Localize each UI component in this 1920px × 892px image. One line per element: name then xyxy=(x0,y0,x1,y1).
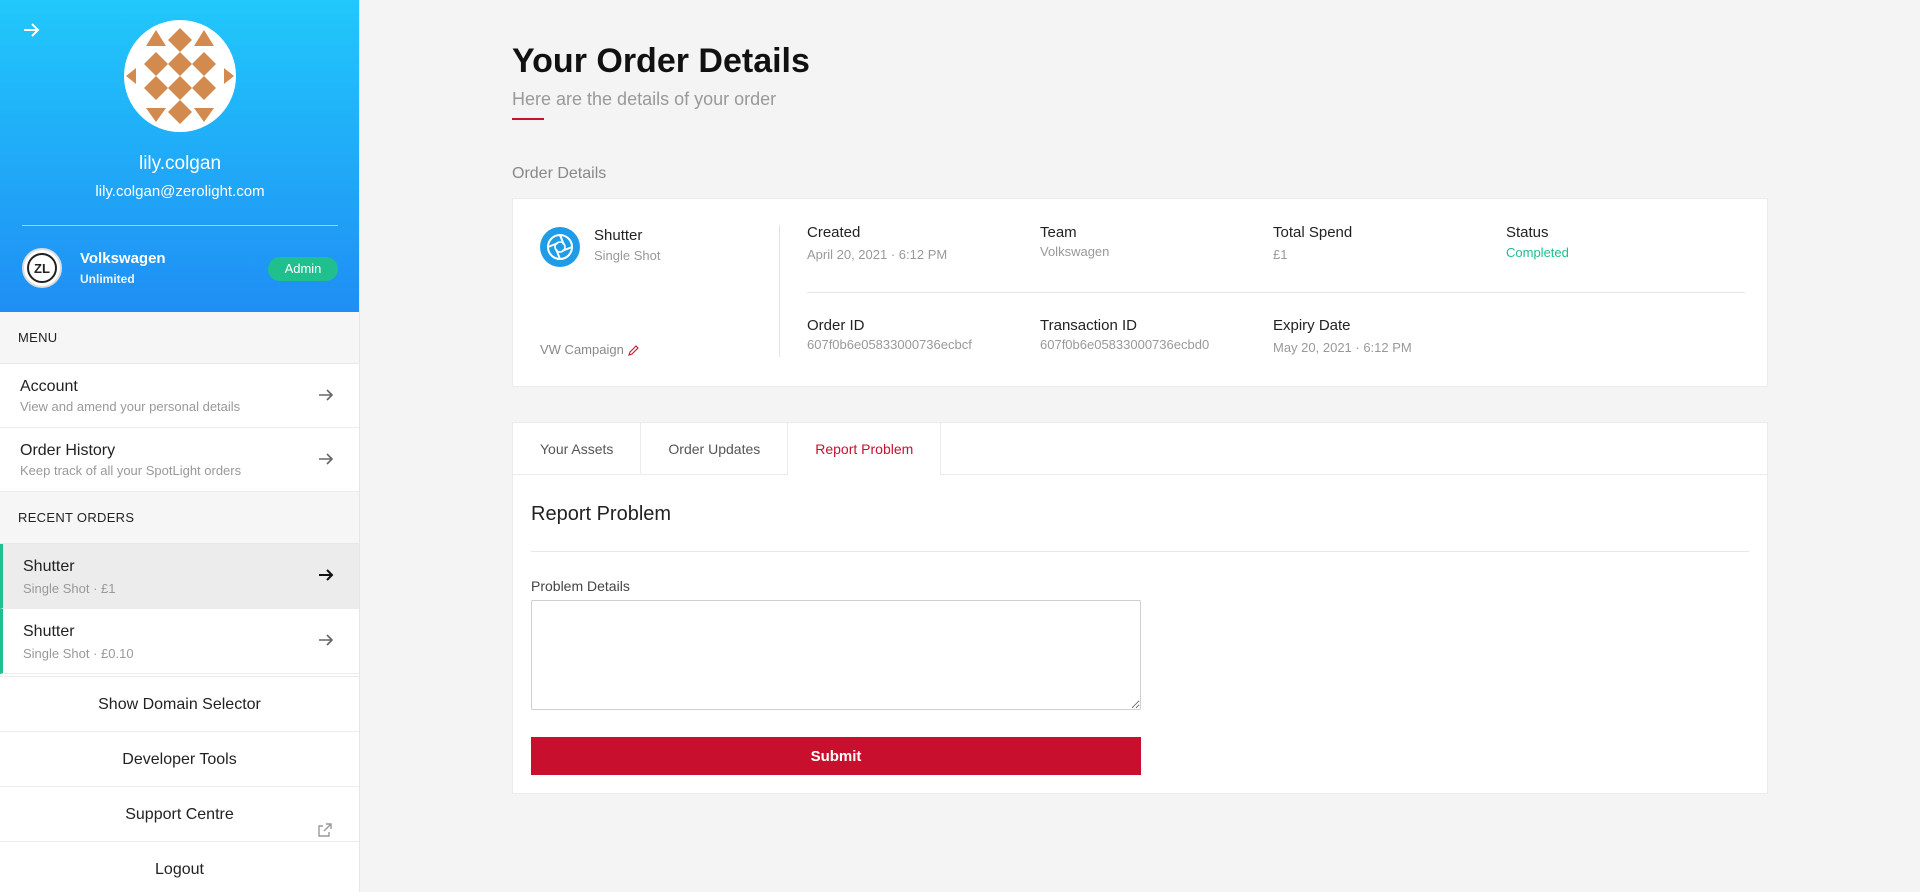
campaign-edit[interactable]: VW Campaign xyxy=(540,342,640,357)
order-details-card: Shutter Single Shot VW Campaign Created … xyxy=(512,198,1768,387)
user-email: lily.colgan@zerolight.com xyxy=(95,183,265,200)
menu-section-label: MENU xyxy=(0,312,359,364)
support-centre-link[interactable]: Support Centre xyxy=(0,786,359,841)
team-name: Volkswagen xyxy=(80,250,166,267)
menu-item-subtitle: Keep track of all your SpotLight orders xyxy=(20,463,242,478)
order-details-heading: Order Details xyxy=(512,165,607,182)
card-divider xyxy=(779,225,780,357)
developer-tools-link[interactable]: Developer Tools xyxy=(0,731,359,786)
field-label: Status xyxy=(1506,224,1549,241)
logout-button[interactable]: Logout xyxy=(0,841,359,892)
tab-your-assets[interactable]: Your Assets xyxy=(513,423,642,475)
field-value: 607f0b6e05833000736ecbd0 xyxy=(1040,337,1210,352)
recent-order-title: Shutter xyxy=(23,623,75,640)
team-logo: ZL xyxy=(22,248,62,288)
status-value: Completed xyxy=(1506,245,1569,260)
recent-orders-label: RECENT ORDERS xyxy=(0,492,359,544)
field-value: £1 xyxy=(1273,247,1288,262)
menu-item-account[interactable]: Account View and amend your personal det… xyxy=(0,364,359,428)
arrow-right-icon xyxy=(317,631,335,649)
product-name: Shutter xyxy=(594,227,643,244)
role-badge: Admin xyxy=(268,257,338,281)
recent-order-title: Shutter xyxy=(23,558,75,575)
sidebar: lily.colgan lily.colgan@zerolight.com ZL… xyxy=(0,0,360,892)
order-id-field: Order ID 607f0b6e05833000736ecbcf xyxy=(807,317,972,352)
team-logo-text: ZL xyxy=(27,253,57,283)
field-label: Order ID xyxy=(807,317,865,334)
field-label: Created xyxy=(807,224,861,241)
pencil-icon[interactable] xyxy=(627,344,640,356)
username: lily.colgan xyxy=(138,153,222,174)
field-value: April 20, 2021 · 6:12 PM xyxy=(807,247,948,262)
recent-order-subtitle: Single Shot · £1 xyxy=(23,581,116,596)
show-domain-selector-button[interactable]: Show Domain Selector xyxy=(0,676,359,731)
status-field: Status Completed xyxy=(1506,224,1569,260)
collapse-arrow-icon[interactable] xyxy=(20,18,44,42)
order-tabs-card: Your Assets Order Updates Report Problem… xyxy=(512,422,1768,794)
tab-bar: Your Assets Order Updates Report Problem xyxy=(513,423,1767,475)
problem-details-label: Problem Details xyxy=(531,578,630,594)
created-field: Created April 20, 2021 · 6:12 PM xyxy=(807,224,947,262)
expiry-date-field: Expiry Date May 20, 2021 · 6:12 PM xyxy=(1273,317,1412,355)
aperture-icon xyxy=(540,227,580,267)
tab-report-problem[interactable]: Report Problem xyxy=(788,423,942,475)
external-link-icon xyxy=(317,806,333,837)
panel-divider xyxy=(531,551,1749,552)
field-value: May 20, 2021 · 6:12 PM xyxy=(1273,340,1412,355)
field-label: Total Spend xyxy=(1273,224,1353,241)
menu-item-order-history[interactable]: Order History Keep track of all your Spo… xyxy=(0,428,359,492)
title-accent-line xyxy=(512,118,544,120)
field-label: Expiry Date xyxy=(1273,317,1351,334)
field-value: 607f0b6e05833000736ecbcf xyxy=(807,337,972,352)
menu-item-subtitle: View and amend your personal details xyxy=(20,399,241,414)
field-label: Transaction ID xyxy=(1040,317,1137,334)
profile-header: lily.colgan lily.colgan@zerolight.com ZL… xyxy=(0,0,359,312)
product-type: Single Shot xyxy=(594,248,661,263)
recent-order-item[interactable]: Shutter Single Shot · £1 xyxy=(0,544,359,609)
transaction-id-field: Transaction ID 607f0b6e05833000736ecbd0 xyxy=(1040,317,1209,352)
menu-item-title: Account xyxy=(20,378,78,395)
team-plan: Unlimited xyxy=(80,272,135,286)
avatar[interactable] xyxy=(124,20,236,132)
support-centre-label: Support Centre xyxy=(125,806,234,823)
arrow-right-icon xyxy=(317,450,335,468)
field-value: Volkswagen xyxy=(1040,244,1110,259)
page-subtitle: Here are the details of your order xyxy=(512,89,777,109)
menu-item-title: Order History xyxy=(20,442,116,459)
total-spend-field: Total Spend £1 xyxy=(1273,224,1352,262)
field-label: Team xyxy=(1040,224,1077,241)
recent-order-subtitle: Single Shot · £0.10 xyxy=(23,646,134,661)
team-field: Team Volkswagen xyxy=(1040,224,1109,259)
recent-order-item[interactable]: Shutter Single Shot · £0.10 xyxy=(0,609,359,674)
page-title: Your Order Details xyxy=(512,42,810,80)
submit-button[interactable]: Submit xyxy=(531,737,1141,775)
campaign-name: VW Campaign xyxy=(540,342,624,357)
report-problem-title: Report Problem xyxy=(531,503,672,525)
tab-order-updates[interactable]: Order Updates xyxy=(641,423,789,475)
arrow-right-icon xyxy=(317,386,335,404)
arrow-right-icon xyxy=(317,566,335,584)
profile-divider xyxy=(22,225,338,226)
card-divider xyxy=(807,292,1745,293)
problem-details-textarea[interactable] xyxy=(531,600,1141,710)
